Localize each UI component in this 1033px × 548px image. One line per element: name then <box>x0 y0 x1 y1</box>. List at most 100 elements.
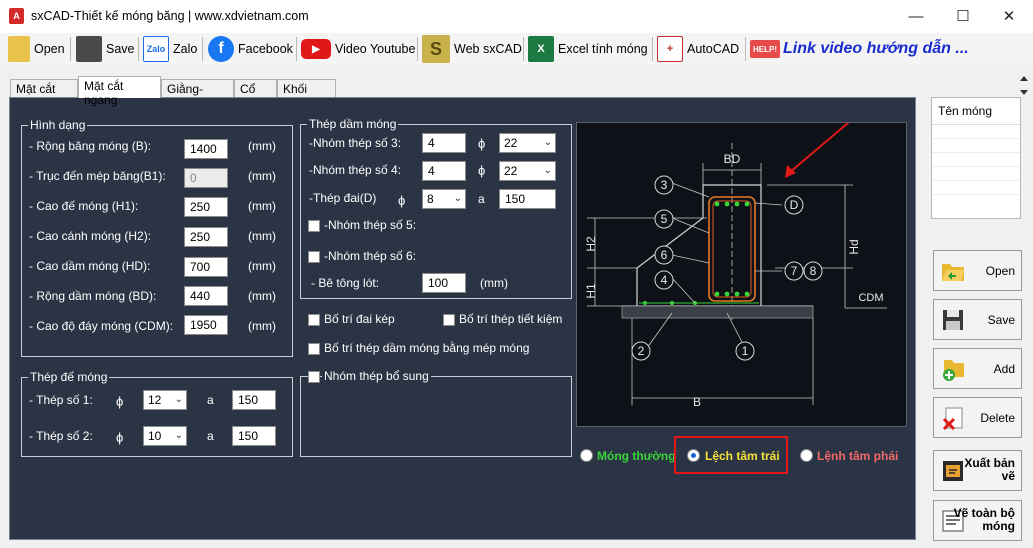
balloon-d: D <box>790 198 799 212</box>
toolbar-save-button[interactable]: Save <box>76 33 135 65</box>
h1-input[interactable]: 250 <box>184 197 228 217</box>
toolbar-web-label: Web sxCAD <box>454 42 522 56</box>
h2-input[interactable]: 250 <box>184 227 228 247</box>
toolbar-separator <box>202 37 203 61</box>
double-stirrup-checkbox[interactable] <box>308 314 320 326</box>
group4-count-input[interactable]: 4 <box>422 161 466 181</box>
toolbar-facebook-button[interactable]: f Facebook <box>208 33 293 65</box>
toolbar-open-label: Open <box>34 42 65 56</box>
bd-unit: (mm) <box>248 289 276 303</box>
side-save-button[interactable]: Save <box>933 299 1022 340</box>
bd-input[interactable]: 440 <box>184 286 228 306</box>
tab-co-cot[interactable]: Cổ cột <box>234 79 277 110</box>
axis-edge-label: - Trục đến mép băng(B1): <box>29 169 166 183</box>
double-stirrup-label: Bố trí đai kép <box>324 312 395 326</box>
beam-rebar-group-title: Thép dầm móng <box>307 117 399 132</box>
tab-mat-cat-ngang[interactable]: Mặt cắt ngang <box>78 76 161 107</box>
toolbar-facebook-label: Facebook <box>238 42 293 56</box>
dim-hd-label: Hd <box>847 239 861 254</box>
close-button[interactable]: ✕ <box>986 0 1032 33</box>
toolbar-web-button[interactable]: S Web sxCAD <box>422 33 522 65</box>
beam-edge-checkbox[interactable] <box>308 343 320 355</box>
left-eccentric-radio[interactable] <box>687 449 700 462</box>
h1-label: - Cao đế móng (H1): <box>29 199 139 213</box>
extra-rebar-group <box>300 376 572 457</box>
toolbar-separator <box>70 37 71 61</box>
h2-unit: (mm) <box>248 229 276 243</box>
toolbar-autocad-button[interactable]: + AutoCAD <box>657 33 739 65</box>
list-item[interactable] <box>932 181 1020 195</box>
rebar2-phi-symbol: ϕ <box>116 430 124 445</box>
side-delete-button[interactable]: Delete <box>933 397 1022 438</box>
group6-checkbox[interactable] <box>308 251 320 263</box>
stirrup-diameter-value: 8 <box>427 192 434 206</box>
lean-concrete-input[interactable]: 100 <box>422 273 466 293</box>
stirrup-label: -Thép đai(D) <box>309 191 377 205</box>
toolbar-scroll-arrows-icon[interactable] <box>1018 70 1030 100</box>
rebar2-spacing-input[interactable]: 150 <box>232 426 276 446</box>
side-add-button[interactable]: Add <box>933 348 1022 389</box>
autocad-crosshair-icon: + <box>657 36 683 62</box>
balloon-1: 1 <box>742 344 749 358</box>
tab-giang-tuong[interactable]: Giằng-Tường <box>161 79 234 110</box>
shape-group-title: Hình dạng <box>28 118 88 133</box>
facebook-icon: f <box>208 36 234 62</box>
rebar1-diameter-select[interactable]: 12 ⌄ <box>143 390 187 410</box>
stirrup-diameter-select[interactable]: 8 ⌄ <box>422 189 466 209</box>
chevron-down-icon: ⌄ <box>543 137 552 148</box>
draw-all-button[interactable]: Vẽ toàn bộ móng <box>933 500 1022 541</box>
stirrup-spacing-input[interactable]: 150 <box>499 189 556 209</box>
group4-diameter-select[interactable]: 22 ⌄ <box>499 161 556 181</box>
section-drawing: 3 5 6 4 D 7 8 2 1 BD B CDM H1 H2 Hd <box>576 82 907 427</box>
export-drawing-label: Xuất bản vẽ <box>964 456 1015 483</box>
group3-diameter-select[interactable]: 22 ⌄ <box>499 133 556 153</box>
export-drawing-button[interactable]: Xuất bản vẽ <box>933 450 1022 491</box>
list-item[interactable] <box>932 167 1020 181</box>
toolbar-excel-button[interactable]: X Excel tính móng <box>528 33 648 65</box>
toolbar-open-button[interactable]: Open <box>8 33 65 65</box>
saving-rebar-checkbox[interactable] <box>443 314 455 326</box>
rebar1-spacing-input[interactable]: 150 <box>232 390 276 410</box>
toolbar: Open Save Zalo Zalo f Facebook ▶ Video Y… <box>0 33 1033 95</box>
rebar2-diameter-select[interactable]: 10 ⌄ <box>143 426 187 446</box>
list-item[interactable] <box>932 125 1020 139</box>
maximize-button[interactable]: ☐ <box>940 0 986 33</box>
hd-input[interactable]: 700 <box>184 257 228 277</box>
group5-checkbox[interactable] <box>308 220 320 232</box>
list-item[interactable] <box>932 153 1020 167</box>
lean-concrete-unit: (mm) <box>480 276 508 290</box>
chevron-down-icon: ⌄ <box>174 394 183 405</box>
toolbar-help-button[interactable]: HELP! <box>750 33 784 65</box>
minimize-button[interactable]: — <box>893 0 939 33</box>
group3-label: -Nhóm thép số 3: <box>309 136 402 150</box>
tab-khoi-luong[interactable]: Khối lượng <box>277 79 336 110</box>
toolbar-youtube-button[interactable]: ▶ Video Youtube <box>301 33 415 65</box>
tab-mat-cat-doc[interactable]: Mặt cắt dọc <box>10 79 78 110</box>
axis-edge-input[interactable]: 0 <box>184 168 228 188</box>
right-eccentric-radio[interactable] <box>800 449 813 462</box>
extra-rebar-label: Nhóm thép bổ sung <box>322 369 431 383</box>
cdm-input[interactable]: 1950 <box>184 315 228 335</box>
balloon-3: 3 <box>661 178 668 192</box>
video-guide-link[interactable]: Link video hướng dẫn ... <box>783 40 969 58</box>
width-input[interactable]: 1400 <box>184 139 228 159</box>
balloon-8: 8 <box>810 264 817 278</box>
extra-rebar-checkbox[interactable] <box>308 371 320 383</box>
youtube-icon: ▶ <box>301 39 331 59</box>
sxcad-logo-icon: S <box>422 35 450 63</box>
side-open-button[interactable]: Open <box>933 250 1022 291</box>
side-open-label: Open <box>985 264 1015 278</box>
balloon-2: 2 <box>638 344 645 358</box>
footing-list[interactable]: Tên móng <box>931 97 1021 219</box>
normal-footing-radio[interactable] <box>580 449 593 462</box>
side-add-label: Add <box>993 362 1015 376</box>
side-delete-label: Delete <box>980 411 1015 425</box>
group3-count-input[interactable]: 4 <box>422 133 466 153</box>
list-item[interactable] <box>932 139 1020 153</box>
toolbar-zalo-button[interactable]: Zalo Zalo <box>143 33 197 65</box>
group3-diameter-value: 22 <box>504 136 518 150</box>
folder-open-icon <box>942 264 964 281</box>
title-bar: A sxCAD-Thiết kế móng băng | www.xdvietn… <box>0 0 1033 33</box>
lean-concrete-label: - Bê tông lót: <box>311 276 380 290</box>
toolbar-separator <box>138 37 139 61</box>
